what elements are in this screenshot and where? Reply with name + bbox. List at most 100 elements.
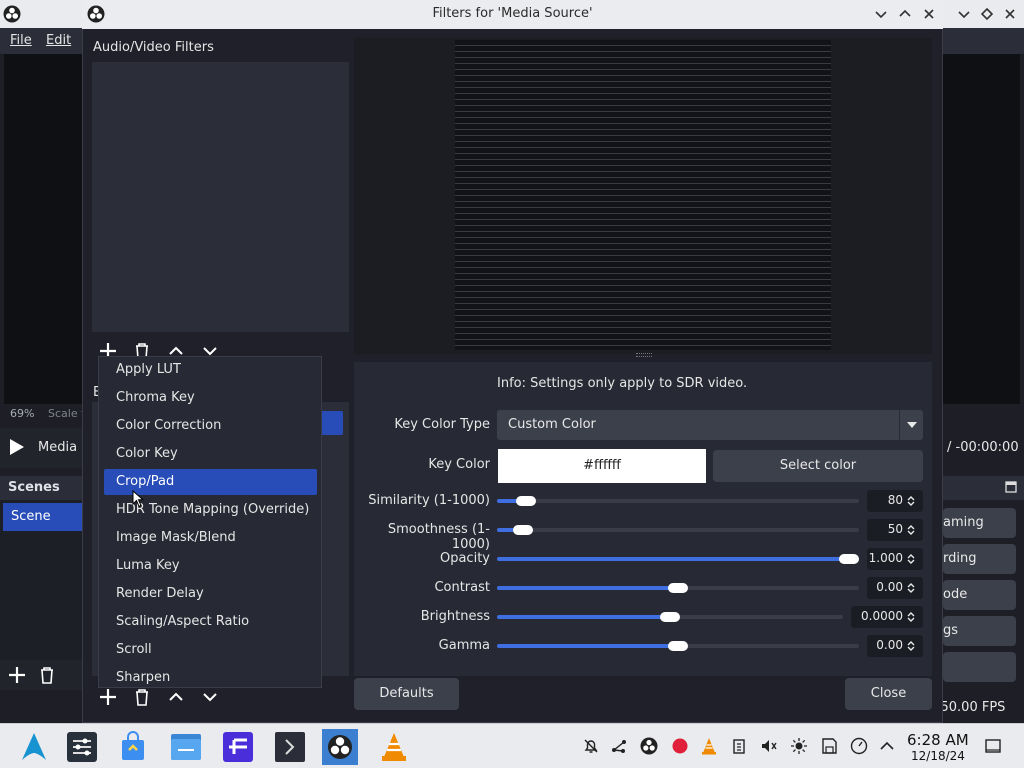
effect-filter-selected[interactable]	[319, 411, 343, 435]
menu-item[interactable]: Render Delay	[104, 581, 317, 607]
diamond-icon[interactable]	[980, 7, 994, 21]
start-streaming-label: aming	[943, 515, 984, 530]
slider-handle[interactable]	[839, 554, 859, 564]
clipboard-icon[interactable]	[730, 737, 748, 755]
clock-time[interactable]: 6:28 AM	[907, 731, 969, 749]
menu-edit[interactable]: Edit	[46, 33, 71, 48]
menu-item[interactable]: Chroma Key	[104, 385, 317, 411]
chevron-up-icon[interactable]	[878, 737, 896, 755]
menu-item[interactable]: Scaling/Aspect Ratio	[104, 609, 317, 635]
menu-item[interactable]: Scroll	[104, 637, 317, 663]
preview-image	[455, 40, 831, 350]
taskbar	[0, 723, 1024, 768]
studio-mode-button[interactable]: ode	[943, 580, 1016, 610]
notifications-off-icon[interactable]	[582, 737, 600, 755]
fps-readout: / 50.00 FPS	[932, 700, 1006, 715]
slider-handle[interactable]	[660, 612, 680, 622]
slider-fill	[497, 615, 670, 619]
close-icon[interactable]	[921, 6, 937, 22]
clock-date[interactable]: 12/18/24	[911, 749, 965, 763]
key-color-label: Key Color	[428, 457, 490, 472]
trash-icon[interactable]	[36, 664, 58, 686]
performance-icon[interactable]	[850, 737, 868, 755]
volume-muted-icon[interactable]	[760, 737, 778, 755]
slider-label: Contrast	[434, 580, 490, 595]
maximize-icon[interactable]	[897, 6, 913, 22]
close-button[interactable]: Close	[845, 678, 932, 710]
media-timecode: / -00:00:00	[947, 440, 1019, 455]
slider-handle[interactable]	[513, 525, 533, 535]
slider-handle[interactable]	[668, 641, 688, 651]
undock-icon[interactable]	[1005, 481, 1017, 493]
controls-header	[943, 476, 1024, 500]
scene-item[interactable]: Scene	[3, 503, 82, 531]
exit-button[interactable]	[943, 652, 1016, 682]
terminal-icon[interactable]	[272, 729, 308, 765]
key-color-type-label: Key Color Type	[394, 417, 490, 432]
play-icon[interactable]	[10, 439, 24, 455]
menu-item[interactable]: Apply LUT	[104, 357, 317, 383]
info-text: Info: Settings only apply to SDR video.	[497, 376, 748, 391]
spin-arrows-icon[interactable]	[905, 611, 917, 623]
show-desktop-icon[interactable]	[984, 737, 1002, 755]
key-color-type-select[interactable]: Custom Color	[497, 410, 923, 440]
obs-icon[interactable]	[322, 729, 358, 765]
scenes-header: Scenes	[0, 476, 82, 500]
dialog-title: Filters for 'Media Source'	[432, 6, 593, 21]
slider-handle[interactable]	[668, 583, 688, 593]
spin-arrows-icon[interactable]	[905, 553, 917, 565]
start-recording-button[interactable]: rding	[943, 544, 1016, 574]
av-filters-label: Audio/Video Filters	[93, 40, 214, 55]
spin-arrows-icon[interactable]	[905, 640, 917, 652]
settings-mixer-icon[interactable]	[64, 729, 100, 765]
slider-label: Opacity	[439, 551, 490, 566]
slider-label: Gamma	[438, 638, 490, 653]
close-icon[interactable]	[1003, 7, 1017, 21]
slider-handle[interactable]	[516, 496, 536, 506]
slider-label: Smoothness (1-1000)	[387, 522, 490, 552]
slider-label: Brightness	[420, 609, 490, 624]
menu-item[interactable]: Luma Key	[104, 553, 317, 579]
slider-label: Similarity (1-1000)	[368, 493, 490, 508]
recording-dot-icon[interactable]	[671, 737, 689, 755]
network-icon[interactable]	[610, 737, 628, 755]
dropdown-arrow-icon[interactable]	[899, 410, 923, 440]
f-app-icon[interactable]	[220, 729, 256, 765]
start-recording-label: rding	[943, 551, 977, 566]
minimize-icon[interactable]	[873, 6, 889, 22]
menu-file[interactable]: File	[10, 33, 32, 48]
spin-arrows-icon[interactable]	[905, 495, 917, 507]
dialog-titlebar: Filters for 'Media Source'	[82, 0, 943, 29]
menu-item[interactable]: Image Mask/Blend	[104, 525, 317, 551]
chevron-down-icon[interactable]	[957, 7, 971, 21]
vlc-icon[interactable]	[376, 729, 412, 765]
store-bag-icon[interactable]	[115, 729, 151, 765]
slider-fill	[497, 644, 678, 648]
brightness-icon[interactable]	[790, 737, 808, 755]
splitter-handle[interactable]	[636, 353, 652, 357]
settings-label: gs	[943, 623, 959, 638]
menu-item[interactable]: Color Key	[104, 441, 317, 467]
vlc-tray-icon[interactable]	[700, 737, 718, 755]
spin-arrows-icon[interactable]	[905, 582, 917, 594]
media-controls: Media s	[0, 428, 82, 468]
settings-button[interactable]: gs	[943, 616, 1016, 646]
av-filters-list[interactable]	[92, 62, 349, 332]
slider-track[interactable]	[497, 528, 859, 532]
zoom-level: 69%	[10, 407, 35, 420]
spin-arrows-icon[interactable]	[905, 524, 917, 536]
start-streaming-button[interactable]: aming	[943, 508, 1016, 538]
key-color-swatch: #ffffff	[498, 449, 706, 483]
arch-launcher-icon[interactable]	[16, 729, 52, 765]
file-manager-icon[interactable]	[168, 729, 204, 765]
menu-item[interactable]: Color Correction	[104, 413, 317, 439]
obs-tray-icon[interactable]	[640, 737, 658, 755]
storage-icon[interactable]	[820, 737, 838, 755]
menu-item[interactable]: Sharpen	[104, 665, 317, 691]
scene-toolbar	[0, 660, 82, 690]
slider-track[interactable]	[497, 499, 859, 503]
select-color-button[interactable]: Select color	[713, 450, 923, 482]
slider-fill	[497, 557, 859, 561]
defaults-button[interactable]: Defaults	[354, 678, 459, 710]
add-scene-icon[interactable]	[6, 664, 28, 686]
